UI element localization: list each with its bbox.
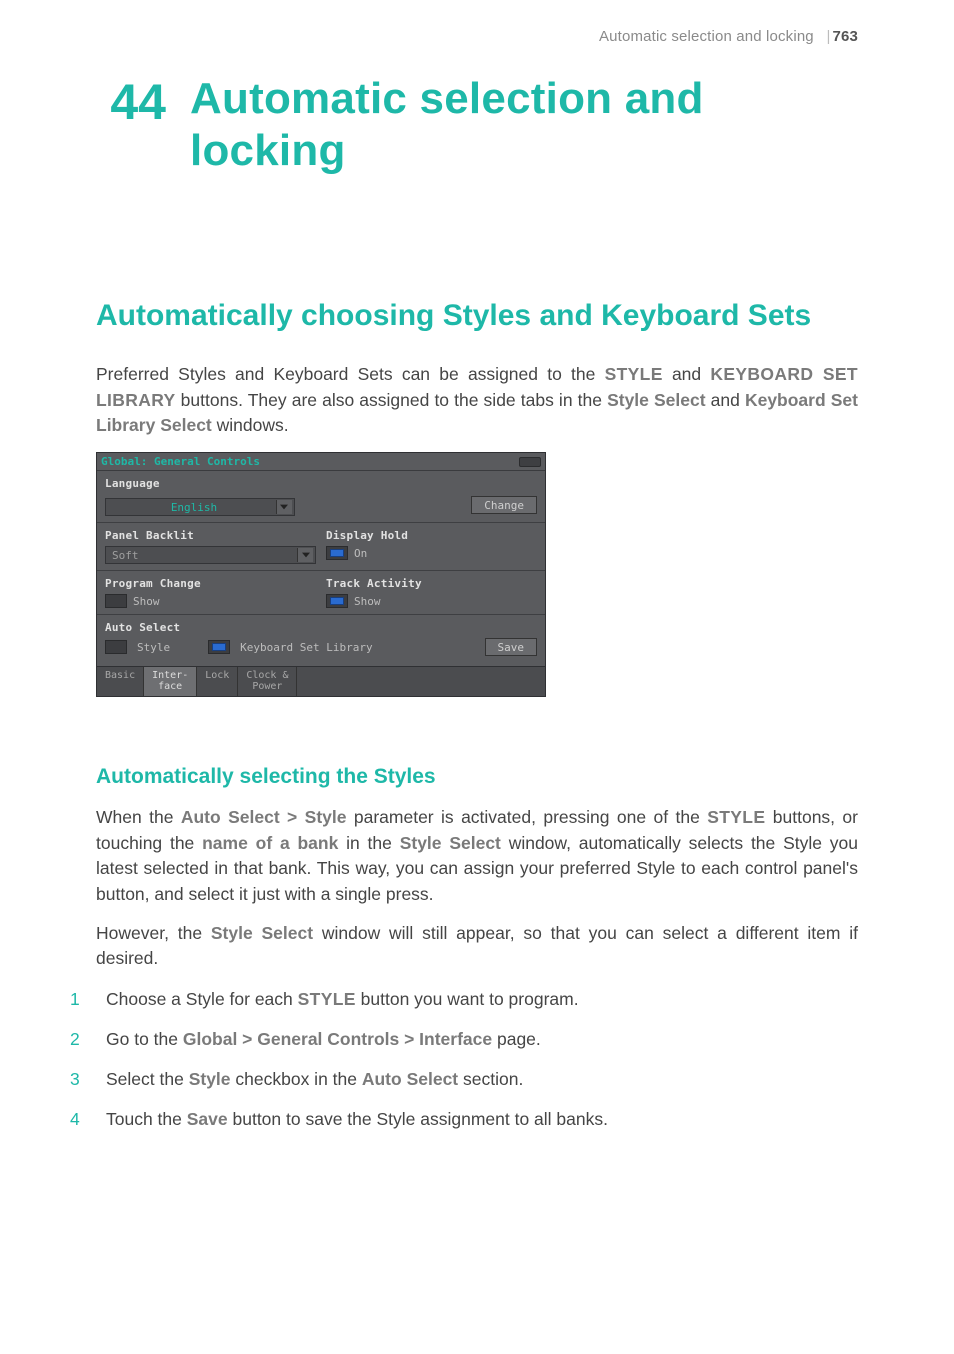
body-paragraph-2: However, the Style Select window will st… bbox=[96, 921, 858, 972]
backlit-label: Panel Backlit bbox=[105, 529, 316, 542]
auto-select-kbset-label: Keyboard Set Library bbox=[240, 641, 372, 654]
language-block: Language English Change bbox=[97, 471, 545, 523]
step-text: Go to the Global > General Controls > In… bbox=[106, 1026, 541, 1052]
sem: Style Select bbox=[400, 833, 501, 853]
step-3: 3 Select the Style checkbox in the Auto … bbox=[96, 1066, 858, 1092]
change-button[interactable]: Change bbox=[471, 496, 537, 514]
auto-select-kbset-checkbox[interactable] bbox=[208, 640, 230, 654]
text: and bbox=[706, 390, 745, 410]
style-select-sem: Style Select bbox=[607, 390, 705, 410]
auto-select-style-label: Style bbox=[137, 641, 170, 654]
sem: name of a bank bbox=[202, 833, 338, 853]
chapter-heading: 44 Automatic selection and locking bbox=[96, 73, 858, 177]
intro-paragraph: Preferred Styles and Keyboard Sets can b… bbox=[96, 362, 858, 438]
display-hold-label: Display Hold bbox=[326, 529, 537, 542]
auto-select-block: Auto Select Style Keyboard Set Library S… bbox=[97, 615, 545, 666]
section-title: Automatically choosing Styles and Keyboa… bbox=[96, 297, 858, 335]
display-hold-value: On bbox=[354, 547, 367, 560]
backlit-display-block: Panel Backlit Soft Display Hold On bbox=[97, 523, 545, 571]
page-number: 763 bbox=[833, 28, 858, 45]
track-activity-checkbox[interactable] bbox=[326, 594, 348, 608]
subheading: Automatically selecting the Styles bbox=[96, 765, 858, 789]
running-separator: | bbox=[822, 28, 830, 45]
auto-select-label: Auto Select bbox=[105, 621, 537, 634]
chapter-number: 44 bbox=[96, 73, 166, 127]
device-screenshot-panel: Global: General Controls Language Englis… bbox=[96, 452, 546, 697]
step-number: 2 bbox=[70, 1026, 84, 1052]
step-1: 1 Choose a Style for each STYLE button y… bbox=[96, 986, 858, 1012]
text: and bbox=[663, 364, 711, 384]
display-hold-checkbox[interactable] bbox=[326, 546, 348, 560]
body-paragraph-1: When the Auto Select > Style parameter i… bbox=[96, 805, 858, 907]
text: windows. bbox=[212, 415, 289, 435]
save-button[interactable]: Save bbox=[485, 638, 538, 656]
panel-tabs: Basic Inter- face Lock Clock & Power bbox=[97, 666, 545, 696]
running-title: Automatic selection and locking bbox=[599, 28, 814, 45]
text: buttons. They are also assigned to the s… bbox=[176, 390, 608, 410]
tab-clock-power[interactable]: Clock & Power bbox=[238, 667, 297, 696]
tab-basic[interactable]: Basic bbox=[97, 667, 144, 696]
chevron-down-icon bbox=[276, 500, 292, 514]
step-2: 2 Go to the Global > General Controls > … bbox=[96, 1026, 858, 1052]
tab-interface[interactable]: Inter- face bbox=[144, 667, 197, 696]
step-number: 4 bbox=[70, 1106, 84, 1132]
step-text: Select the Style checkbox in the Auto Se… bbox=[106, 1066, 523, 1092]
chevron-down-icon bbox=[297, 548, 313, 562]
sem: Auto Select > Style bbox=[181, 807, 347, 827]
program-change-value: Show bbox=[133, 595, 160, 608]
panel-menu-icon[interactable] bbox=[519, 457, 541, 467]
text: When the bbox=[96, 807, 181, 827]
language-dropdown[interactable]: English bbox=[105, 498, 295, 516]
style-caps: STYLE bbox=[605, 364, 663, 384]
text: parameter is activated, pressing one of … bbox=[346, 807, 707, 827]
steps-list: 1 Choose a Style for each STYLE button y… bbox=[96, 986, 858, 1133]
language-value: English bbox=[171, 501, 217, 514]
program-change-checkbox[interactable] bbox=[105, 594, 127, 608]
sem: Style Select bbox=[211, 923, 313, 943]
text: However, the bbox=[96, 923, 211, 943]
step-text: Touch the Save button to save the Style … bbox=[106, 1106, 608, 1132]
backlit-dropdown[interactable]: Soft bbox=[105, 546, 316, 564]
language-label: Language bbox=[105, 477, 537, 490]
step-4: 4 Touch the Save button to save the Styl… bbox=[96, 1106, 858, 1132]
panel-titlebar: Global: General Controls bbox=[97, 453, 545, 471]
tab-lock[interactable]: Lock bbox=[197, 667, 238, 696]
auto-select-style-checkbox[interactable] bbox=[105, 640, 127, 654]
step-number: 3 bbox=[70, 1066, 84, 1092]
step-text: Choose a Style for each STYLE button you… bbox=[106, 986, 579, 1012]
chapter-title: Automatic selection and locking bbox=[190, 73, 858, 177]
backlit-value: Soft bbox=[112, 549, 139, 562]
program-change-label: Program Change bbox=[105, 577, 316, 590]
text: in the bbox=[338, 833, 399, 853]
step-number: 1 bbox=[70, 986, 84, 1012]
track-activity-label: Track Activity bbox=[326, 577, 537, 590]
program-track-block: Program Change Show Track Activity Show bbox=[97, 571, 545, 615]
track-activity-value: Show bbox=[354, 595, 381, 608]
text: Preferred Styles and Keyboard Sets can b… bbox=[96, 364, 605, 384]
page: Automatic selection and locking |763 44 … bbox=[0, 0, 954, 1354]
caps: STYLE bbox=[707, 807, 765, 827]
running-header: Automatic selection and locking |763 bbox=[96, 28, 858, 45]
panel-title: Global: General Controls bbox=[101, 455, 260, 468]
